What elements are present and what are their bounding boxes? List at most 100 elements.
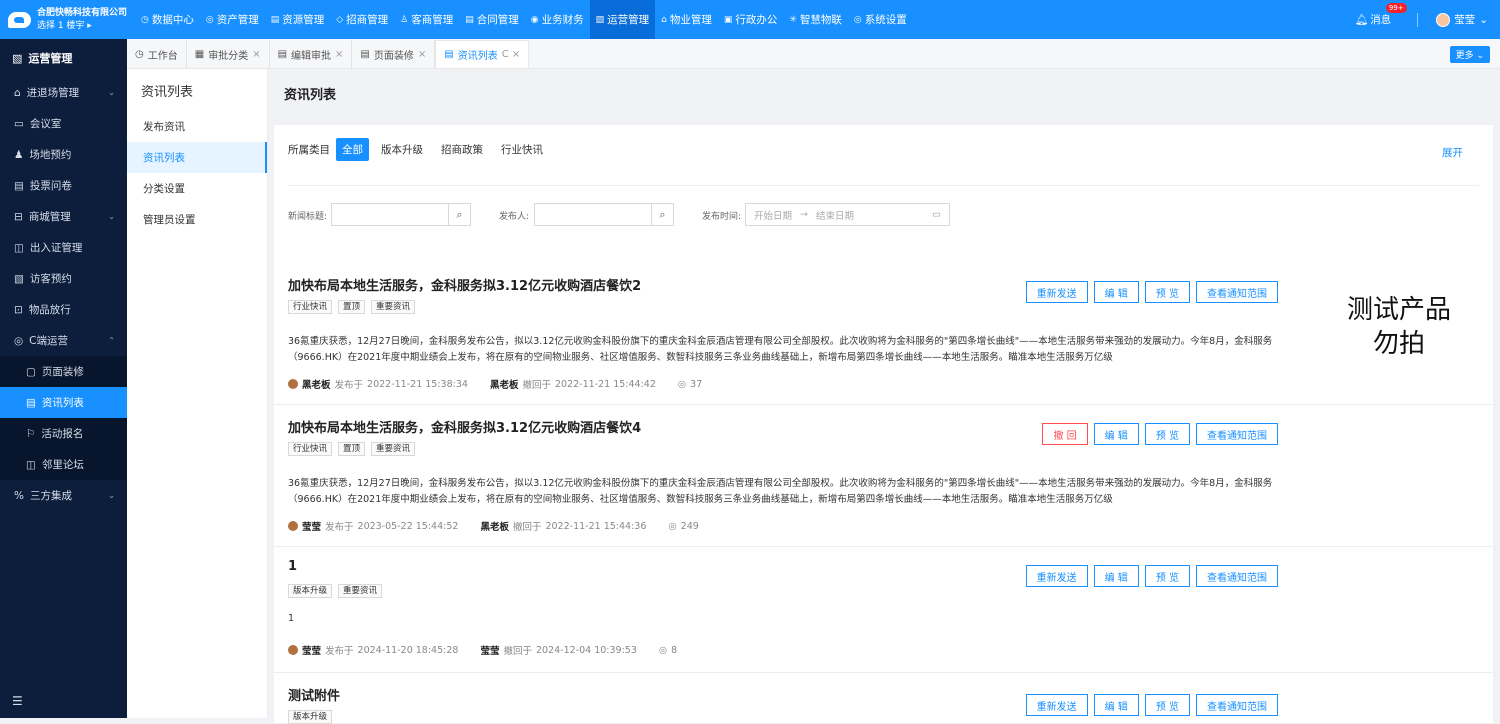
survey-icon: ▤ — [14, 179, 24, 192]
nav-property-management[interactable]: ⌂ 物业管理 — [655, 0, 718, 39]
news-summary: 36氪重庆获悉，12月27日晚间，金科服务发布公告，拟以3.12亿元收购金科股份… — [288, 478, 1273, 505]
preview-button[interactable]: 预 览 — [1144, 565, 1190, 587]
home-icon: ⌂ — [661, 14, 667, 25]
nav-data-center[interactable]: ◷ 数据中心 — [135, 0, 200, 39]
sidebar-item-pass-management[interactable]: ◫ 出入证管理 — [0, 232, 127, 263]
tab-label: 编辑审批 — [291, 50, 332, 62]
subnav-category-settings[interactable]: 分类设置 — [127, 173, 267, 204]
nav-resource-management[interactable]: ▤ 资源管理 — [265, 0, 331, 39]
sidebar-item-meeting-room[interactable]: ▭ 会议室 — [0, 108, 127, 139]
view-scope-button[interactable]: 查看通知范围 — [1196, 694, 1278, 716]
edit-button[interactable]: 编 辑 — [1093, 281, 1139, 303]
flag-icon: ⚐ — [26, 427, 36, 440]
messages-button[interactable]: 🔔︎ 消息 99+ — [1355, 3, 1407, 27]
list-item: 加快布局本地生活服务，金科服务拟3.12亿元收购酒店餐饮2 行业快讯 置顶 重要… — [274, 263, 1493, 405]
header-actions: 🔔︎ 消息 99+ 莹莹 ⌄ — [1355, 3, 1500, 27]
user-menu[interactable]: 莹莹 ⌄ — [1436, 12, 1488, 27]
close-icon[interactable]: × — [418, 49, 426, 60]
nav-label: 运营管理 — [607, 14, 650, 26]
nav-business-finance[interactable]: ◉ 业务财务 — [525, 0, 590, 39]
nav-contract-management[interactable]: ▤ 合同管理 — [459, 0, 525, 39]
tab-approval-category[interactable]: ▦ 审批分类 × — [187, 40, 270, 68]
preview-button[interactable]: 预 览 — [1144, 281, 1190, 303]
sidebar-item-news-list[interactable]: ▤ 资讯列表 — [0, 387, 127, 418]
category-version-upgrade[interactable]: 版本升级 — [375, 138, 429, 161]
view-scope-button[interactable]: 查看通知范围 — [1196, 423, 1278, 445]
tab-page-decoration[interactable]: ▤ 页面装修 × — [352, 40, 436, 68]
revoked-at: 2024-12-04 10:39:53 — [535, 644, 637, 656]
subnav-admin-settings[interactable]: 管理员设置 — [127, 204, 267, 235]
refresh-close-icon[interactable]: C × — [502, 49, 521, 60]
company-name: 合肥快畅科技有限公司 — [36, 7, 127, 18]
sidebar-item-event-signup[interactable]: ⚐ 活动报名 — [0, 418, 127, 449]
resend-button[interactable]: 重新发送 — [1025, 281, 1088, 303]
nav-investment-management[interactable]: ◇ 招商管理 — [330, 0, 394, 39]
close-icon[interactable]: × — [252, 49, 260, 60]
view-count: 249 — [680, 520, 699, 532]
resend-button[interactable]: 重新发送 — [1025, 694, 1088, 716]
more-tabs-button[interactable]: 更多 ⌄ — [1449, 46, 1490, 63]
sidebar-item-label: 访客预约 — [29, 273, 72, 285]
date-range-picker[interactable]: 开始日期 → 结束日期 ▭ — [745, 203, 950, 226]
nav-system-settings[interactable]: ◎ 系统设置 — [848, 0, 913, 39]
author-name: 莹莹 — [302, 522, 322, 533]
edit-button[interactable]: 编 辑 — [1093, 694, 1139, 716]
news-title[interactable]: 加快布局本地生活服务，金科服务拟3.12亿元收购酒店餐饮4 — [288, 417, 641, 436]
sidebar-item-label: 投票问卷 — [29, 180, 72, 192]
news-title-input[interactable] — [331, 203, 449, 226]
subnav-news-list[interactable]: 资讯列表 — [127, 142, 267, 173]
category-investment-policy[interactable]: 招商政策 — [435, 138, 489, 161]
home-icon: ⌂ — [14, 86, 21, 99]
sidebar-item-page-decoration[interactable]: ▢ 页面装修 — [0, 356, 127, 387]
visitor-icon: ▧ — [14, 272, 24, 285]
sidebar-item-venue-booking[interactable]: ♟ 场地预约 — [0, 139, 127, 170]
preview-button[interactable]: 预 览 — [1144, 694, 1190, 716]
sidebar-title: ▧ 运营管理 — [0, 39, 127, 77]
sidebar-item-c-end-operations[interactable]: ◎ C端运营 ⌃ — [0, 325, 127, 356]
edit-button[interactable]: 编 辑 — [1093, 423, 1139, 445]
sidebar-item-label: 会议室 — [29, 118, 62, 130]
tab-news-list[interactable]: ▤ 资讯列表 C × — [435, 40, 530, 68]
nav-label: 合同管理 — [476, 14, 519, 26]
expand-button[interactable]: 展开 — [1442, 145, 1463, 160]
sidebar-item-third-party[interactable]: % 三方集成 ⌄ — [0, 480, 127, 511]
pass-icon: ◫ — [14, 241, 24, 254]
close-icon[interactable]: × — [335, 49, 343, 60]
sidebar-item-label: 邻里论坛 — [41, 459, 84, 471]
building-selector[interactable]: 选择 1 楼宇 ▸ — [37, 20, 127, 33]
preview-button[interactable]: 预 览 — [1144, 423, 1190, 445]
news-title[interactable]: 1 — [288, 559, 297, 574]
sidebar-item-goods-release[interactable]: ⊡ 物品放行 — [0, 294, 127, 325]
brand-block[interactable]: 合肥快畅科技有限公司 选择 1 楼宇 ▸ — [0, 0, 127, 39]
subnav-publish-news[interactable]: 发布资讯 — [127, 111, 267, 142]
nav-operations-management[interactable]: ▧ 运营管理 — [589, 0, 656, 39]
search-icon[interactable]: ⌕ — [651, 203, 674, 226]
category-industry-news[interactable]: 行业快讯 — [495, 138, 549, 161]
tab-edit-approval[interactable]: ▤ 编辑审批 × — [270, 40, 353, 68]
view-scope-button[interactable]: 查看通知范围 — [1196, 281, 1278, 303]
view-count: 8 — [671, 644, 678, 656]
collapse-menu-icon[interactable]: ☰ — [12, 694, 23, 708]
sidebar-item-mall-management[interactable]: ⊟ 商城管理 ⌄ — [0, 201, 127, 232]
edit-button[interactable]: 编 辑 — [1093, 565, 1139, 587]
news-title[interactable]: 加快布局本地生活服务，金科服务拟3.12亿元收购酒店餐饮2 — [288, 275, 641, 294]
sidebar-item-label: C端运营 — [29, 335, 69, 347]
sidebar-item-neighbor-forum[interactable]: ◫ 邻里论坛 — [0, 449, 127, 480]
resend-button[interactable]: 重新发送 — [1025, 565, 1088, 587]
view-scope-button[interactable]: 查看通知范围 — [1196, 565, 1278, 587]
revoke-button[interactable]: 撤 回 — [1042, 423, 1088, 445]
nav-smart-iot[interactable]: ✳ 智慧物联 — [783, 0, 848, 39]
nav-client-management[interactable]: ♙ 客商管理 — [394, 0, 459, 39]
search-icon[interactable]: ⌕ — [448, 203, 471, 226]
tab-workbench[interactable]: ◷ 工作台 — [127, 40, 187, 68]
sidebar-item-visitor-booking[interactable]: ▧ 访客预约 — [0, 263, 127, 294]
nav-label: 数据中心 — [151, 14, 194, 26]
item-actions: 撤 回 编 辑 预 览 查看通知范围 — [1042, 423, 1278, 445]
news-title[interactable]: 测试附件 — [288, 685, 340, 704]
publisher-input[interactable] — [534, 203, 652, 226]
nav-admin-office[interactable]: ▣ 行政办公 — [718, 0, 784, 39]
nav-asset-management[interactable]: ◎ 资产管理 — [200, 0, 265, 39]
category-all[interactable]: 全部 — [336, 138, 369, 161]
sidebar-item-entry-exit[interactable]: ⌂ 进退场管理 ⌄ — [0, 77, 127, 108]
sidebar-item-voting-survey[interactable]: ▤ 投票问卷 — [0, 170, 127, 201]
